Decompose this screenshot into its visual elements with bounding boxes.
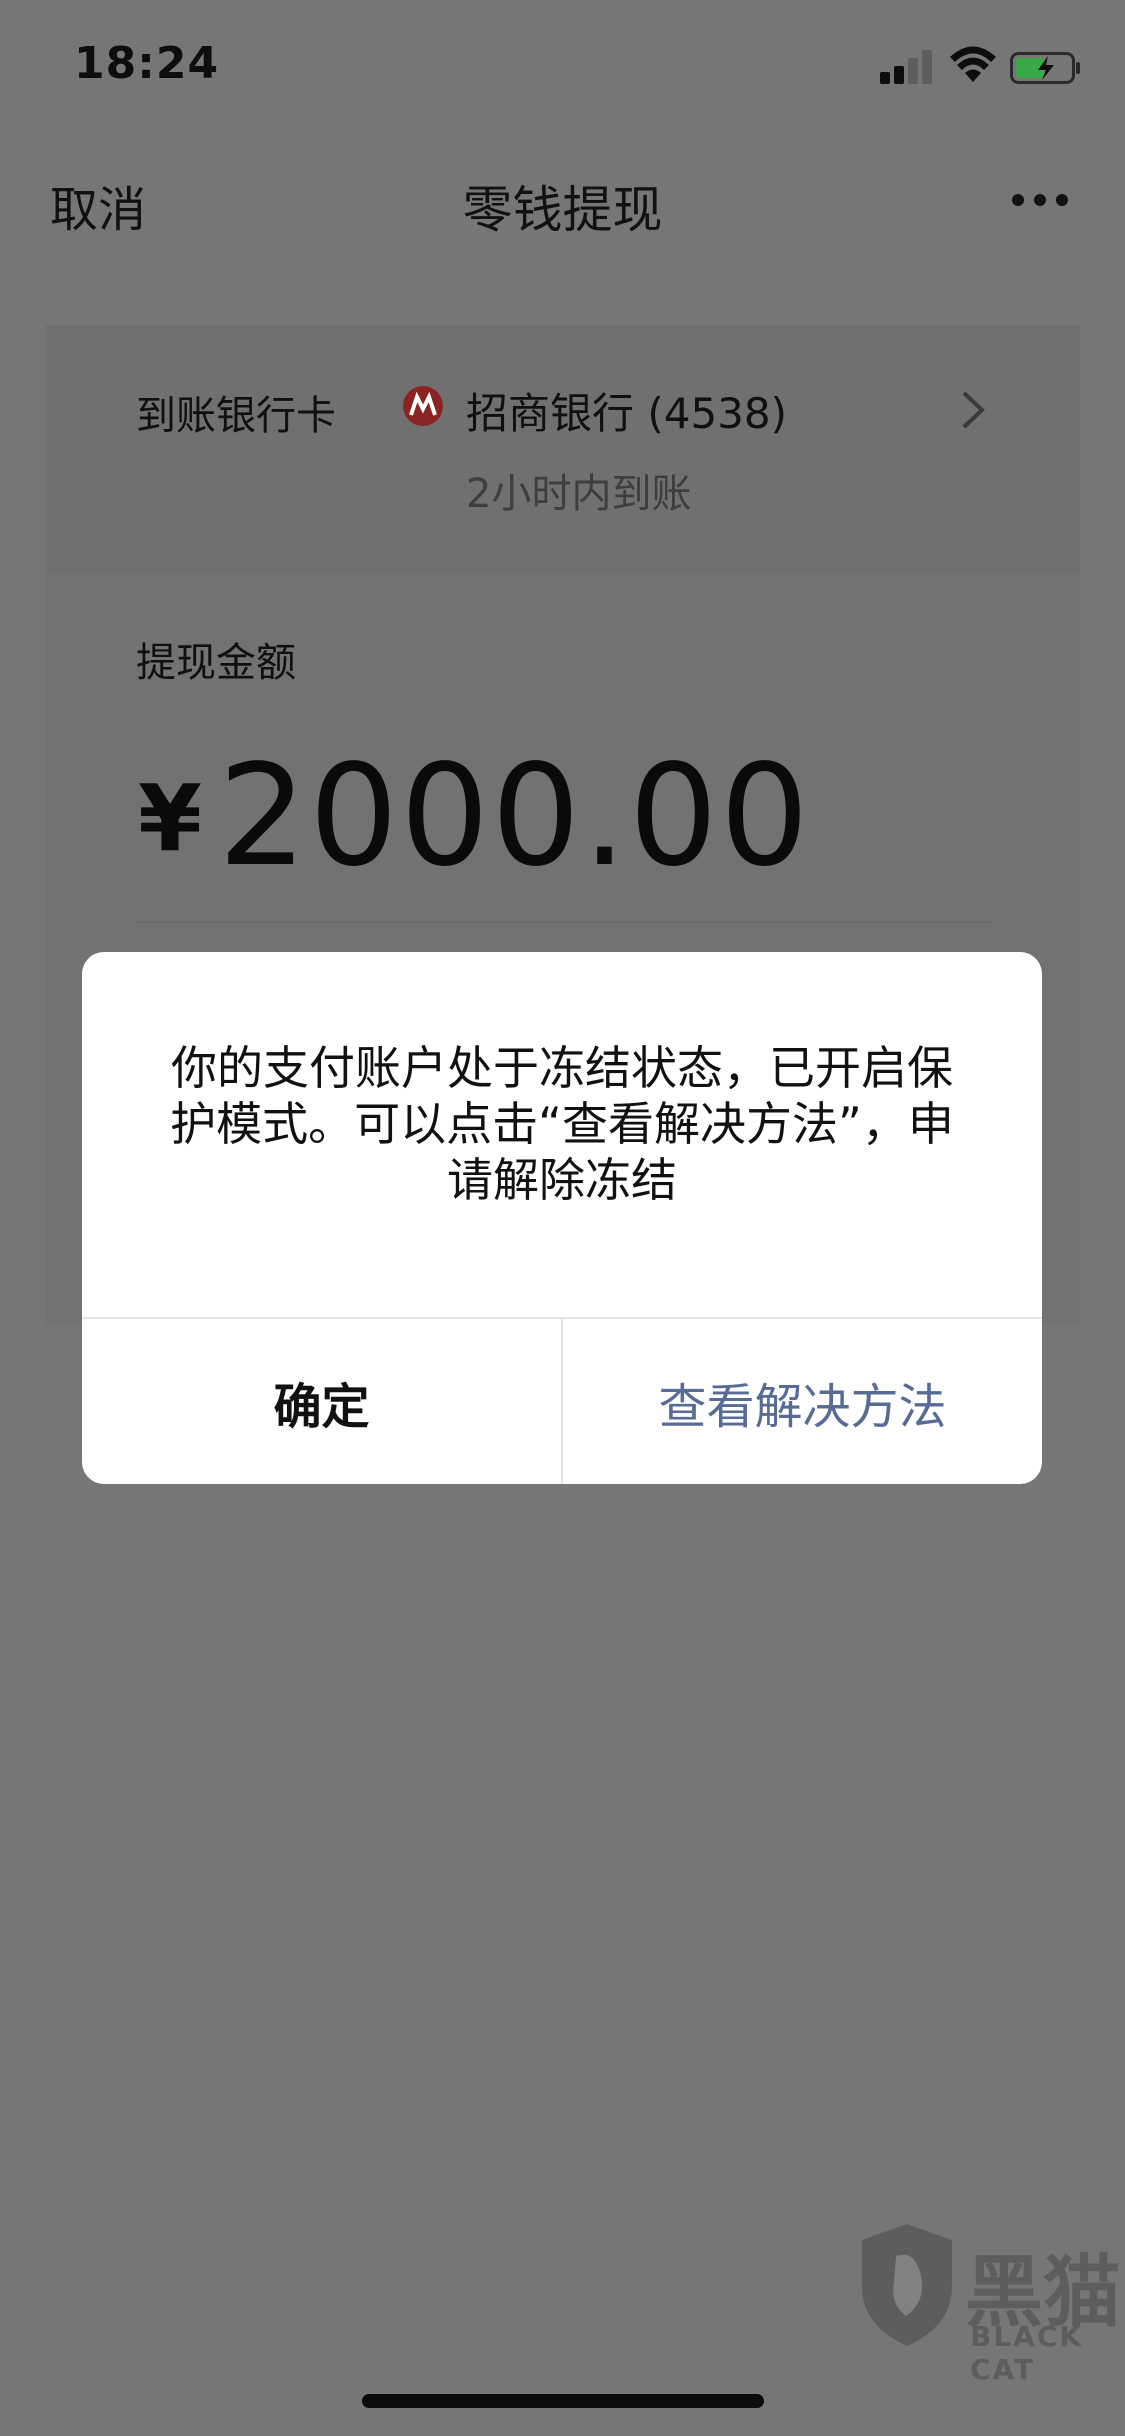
status-time: 18:24 — [74, 38, 220, 89]
bank-card-selector[interactable]: 到账银行卡 招商银行 (4538) 2小时内到账 — [46, 325, 1080, 573]
arrival-time-note: 2小时内到账 — [466, 471, 692, 517]
more-icon[interactable] — [1012, 194, 1070, 208]
wifi-icon — [950, 46, 996, 82]
confirm-button[interactable]: 确定 — [82, 1319, 561, 1484]
page-title: 零钱提现 — [462, 181, 663, 239]
bank-name: 招商银行 (4538) — [466, 389, 788, 438]
watermark-subtext: BLACK CAT — [970, 2320, 1084, 2386]
amount-label: 提现金额 — [136, 640, 296, 686]
view-solution-button[interactable]: 查看解决方法 — [563, 1319, 1042, 1484]
frozen-account-dialog: 你的支付账户处于冻结状态，已开启保护模式。可以点击“查看解决方法”，申请解除冻结… — [82, 952, 1042, 1484]
amount-divider — [136, 921, 990, 923]
amount-input[interactable]: 2000.00 — [218, 735, 811, 898]
watermark: 黑猫 BLACK CAT — [850, 2200, 1125, 2436]
battery-icon — [1010, 52, 1080, 84]
home-indicator[interactable] — [362, 2394, 764, 2408]
status-bar: 18:24 — [0, 0, 1125, 132]
nav-bar: 取消 零钱提现 — [0, 150, 1125, 250]
chevron-right-icon — [962, 391, 985, 429]
shield-icon — [862, 2224, 952, 2346]
bank-card-label: 到账银行卡 — [136, 393, 336, 439]
screen: 18:24 取消 零钱提现 到账银行卡 招商银行 (4538) 2小时内到账 提… — [0, 0, 1125, 2436]
currency-symbol: ¥ — [138, 765, 203, 872]
bank-logo-icon — [403, 386, 443, 426]
dialog-message: 你的支付账户处于冻结状态，已开启保护模式。可以点击“查看解决方法”，申请解除冻结 — [170, 1041, 954, 1207]
signal-icon — [880, 48, 936, 84]
